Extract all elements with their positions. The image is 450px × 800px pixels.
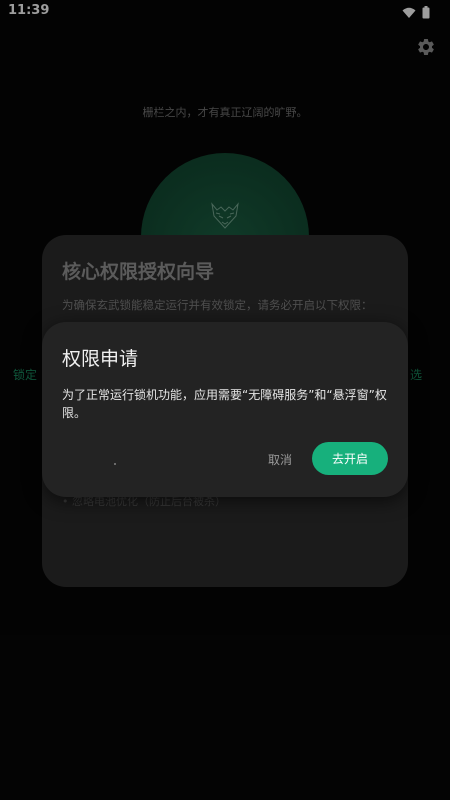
wizard-title: 核心权限授权向导: [62, 261, 215, 283]
cancel-button[interactable]: 取消: [256, 442, 304, 476]
wizard-description: 为确保玄武锁能稳定运行并有效锁定，请务必开启以下权限：: [62, 298, 373, 312]
dialog-dot: [114, 463, 116, 465]
dialog-title: 权限申请: [62, 348, 139, 370]
permission-request-dialog: 权限申请 为了正常运行锁机功能，应用需要“无障碍服务”和“悬浮窗”权限。 取消 …: [42, 322, 408, 497]
screen: 11:39 栅栏之内，才有真正辽阔的旷野。 锁定 选 核心权限授权向导 为确保玄…: [0, 0, 450, 800]
open-settings-button[interactable]: 去开启: [312, 442, 388, 475]
dialog-message: 为了正常运行锁机功能，应用需要“无障碍服务”和“悬浮窗”权限。: [62, 388, 387, 420]
